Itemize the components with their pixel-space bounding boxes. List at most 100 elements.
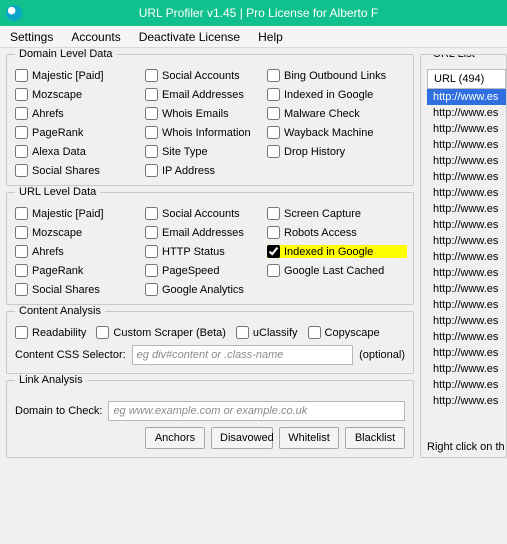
url-list-row[interactable]: http://www.es [427, 265, 506, 281]
chk-label: Malware Check [284, 108, 360, 120]
chk-label: Social Accounts [162, 208, 240, 220]
chk-label: Mozscape [32, 89, 82, 101]
chk-bing-outbound-links[interactable]: Bing Outbound Links [267, 69, 407, 82]
url-list-row[interactable]: http://www.es [427, 345, 506, 361]
domain-to-check-input[interactable] [108, 401, 405, 421]
menu-settings[interactable]: Settings [10, 30, 53, 44]
chk-label: Copyscape [325, 327, 380, 339]
url-list-row[interactable]: http://www.es [427, 361, 506, 377]
chk-majestic-paid[interactable]: Majestic [Paid] [15, 69, 145, 82]
url-list-header[interactable]: URL (494) [427, 69, 506, 89]
chk-google-last-cached[interactable]: Google Last Cached [267, 264, 407, 277]
chk-mozscape[interactable]: Mozscape [15, 88, 145, 101]
chk-social-accounts[interactable]: Social Accounts [145, 69, 267, 82]
url-list-row[interactable]: http://www.es [427, 89, 506, 105]
chk-drop-history[interactable]: Drop History [267, 145, 407, 158]
chk-label: Social Shares [32, 284, 100, 296]
menu-accounts[interactable]: Accounts [71, 30, 120, 44]
group-legend: Domain Level Data [15, 48, 117, 60]
url-list-row[interactable]: http://www.es [427, 153, 506, 169]
chk-social-shares[interactable]: Social Shares [15, 164, 145, 177]
app-icon [6, 5, 22, 21]
disavowed-button[interactable]: Disavowed [211, 427, 273, 449]
url-list-row[interactable]: http://www.es [427, 121, 506, 137]
chk-uclassify[interactable]: uClassify [236, 326, 298, 339]
chk-label: PageRank [32, 265, 83, 277]
chk-label: Whois Emails [162, 108, 229, 120]
chk-email-addresses[interactable]: Email Addresses [145, 88, 267, 101]
url-list-row[interactable]: http://www.es [427, 377, 506, 393]
anchors-button[interactable]: Anchors [145, 427, 205, 449]
chk-social-shares[interactable]: Social Shares [15, 283, 145, 296]
url-list-row[interactable]: http://www.es [427, 201, 506, 217]
chk-mozscape[interactable]: Mozscape [15, 226, 145, 239]
chk-custom-scraper[interactable]: Custom Scraper (Beta) [96, 326, 225, 339]
chk-pagerank[interactable]: PageRank [15, 126, 145, 139]
url-list[interactable]: http://www.eshttp://www.eshttp://www.esh… [427, 89, 506, 438]
url-list-row[interactable]: http://www.es [427, 249, 506, 265]
chk-label: IP Address [162, 165, 215, 177]
blacklist-button[interactable]: Blacklist [345, 427, 405, 449]
chk-http-status[interactable]: HTTP Status [145, 245, 267, 258]
chk-label: Mozscape [32, 227, 82, 239]
chk-alexa-data[interactable]: Alexa Data [15, 145, 145, 158]
url-list-row[interactable]: http://www.es [427, 137, 506, 153]
chk-label: Social Shares [32, 165, 100, 177]
chk-label: Majestic [Paid] [32, 70, 104, 82]
chk-pagerank[interactable]: PageRank [15, 264, 145, 277]
chk-social-accounts[interactable]: Social Accounts [145, 207, 267, 220]
chk-label: Screen Capture [284, 208, 361, 220]
chk-label: Indexed in Google [284, 89, 373, 101]
chk-email-addresses[interactable]: Email Addresses [145, 226, 267, 239]
chk-label: Google Last Cached [284, 265, 384, 277]
content-css-selector-label: Content CSS Selector: [15, 349, 126, 361]
chk-label: Indexed in Google [284, 246, 373, 258]
chk-readability[interactable]: Readability [15, 326, 86, 339]
chk-malware-check[interactable]: Malware Check [267, 107, 407, 120]
whitelist-button[interactable]: Whitelist [279, 427, 339, 449]
chk-whois-information[interactable]: Whois Information [145, 126, 267, 139]
domain-to-check-label: Domain to Check: [15, 405, 102, 417]
chk-majestic-paid[interactable]: Majestic [Paid] [15, 207, 145, 220]
chk-label: uClassify [253, 327, 298, 339]
url-list-row[interactable]: http://www.es [427, 105, 506, 121]
menu-deactivate-license[interactable]: Deactivate License [139, 30, 240, 44]
chk-site-type[interactable]: Site Type [145, 145, 267, 158]
url-list-row[interactable]: http://www.es [427, 185, 506, 201]
url-list-row[interactable]: http://www.es [427, 169, 506, 185]
chk-label: Ahrefs [32, 108, 64, 120]
chk-indexed-in-google[interactable]: Indexed in Google [267, 88, 407, 101]
chk-label: Google Analytics [162, 284, 244, 296]
chk-wayback-machine[interactable]: Wayback Machine [267, 126, 407, 139]
url-list-row[interactable]: http://www.es [427, 297, 506, 313]
chk-ahrefs[interactable]: Ahrefs [15, 107, 145, 120]
menu-help[interactable]: Help [258, 30, 283, 44]
chk-indexed-in-google[interactable]: Indexed in Google [267, 245, 407, 258]
chk-ahrefs[interactable]: Ahrefs [15, 245, 145, 258]
url-list-row[interactable]: http://www.es [427, 217, 506, 233]
chk-label: Whois Information [162, 127, 251, 139]
chk-copyscape[interactable]: Copyscape [308, 326, 380, 339]
chk-label: Robots Access [284, 227, 357, 239]
chk-robots-access[interactable]: Robots Access [267, 226, 407, 239]
group-content-analysis: Content Analysis Readability Custom Scra… [6, 311, 414, 374]
chk-ip-address[interactable]: IP Address [145, 164, 267, 177]
chk-label: Ahrefs [32, 246, 64, 258]
chk-screen-capture[interactable]: Screen Capture [267, 207, 407, 220]
url-list-row[interactable]: http://www.es [427, 329, 506, 345]
chk-label: Custom Scraper (Beta) [113, 327, 225, 339]
chk-label: Wayback Machine [284, 127, 373, 139]
chk-label: Alexa Data [32, 146, 86, 158]
url-list-row[interactable]: http://www.es [427, 313, 506, 329]
chk-label: Social Accounts [162, 70, 240, 82]
chk-pagespeed[interactable]: PageSpeed [145, 264, 267, 277]
url-list-row[interactable]: http://www.es [427, 393, 506, 409]
url-list-row[interactable]: http://www.es [427, 233, 506, 249]
group-legend: URL Level Data [15, 186, 100, 198]
chk-google-analytics[interactable]: Google Analytics [145, 283, 267, 296]
url-list-row[interactable]: http://www.es [427, 281, 506, 297]
optional-label: (optional) [359, 349, 405, 361]
group-legend: Content Analysis [15, 305, 105, 317]
content-css-selector-input[interactable] [132, 345, 353, 365]
chk-whois-emails[interactable]: Whois Emails [145, 107, 267, 120]
